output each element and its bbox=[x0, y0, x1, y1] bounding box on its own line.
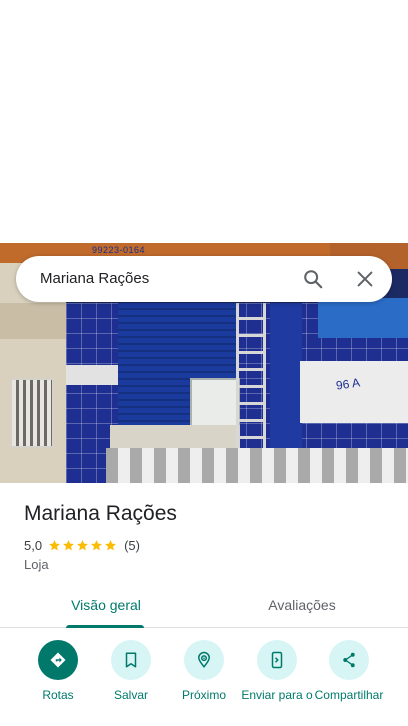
share-button[interactable]: Compartilhar bbox=[309, 640, 389, 702]
directions-icon bbox=[38, 640, 78, 680]
photo-shutter-2 bbox=[190, 303, 238, 383]
directions-button[interactable]: Rotas bbox=[18, 640, 98, 702]
place-category: Loja bbox=[24, 557, 49, 572]
photo-white-wall bbox=[300, 361, 408, 423]
photo-tarp bbox=[318, 298, 408, 338]
star-icon bbox=[77, 539, 88, 550]
send-to-phone-button[interactable]: Enviar para o bbox=[237, 640, 317, 702]
tab-bar: Visão geral Avaliações bbox=[0, 583, 408, 628]
map-blank-area bbox=[0, 0, 408, 243]
nearby-label: Próximo bbox=[181, 688, 226, 702]
search-bar[interactable]: Mariana Rações bbox=[16, 256, 392, 302]
nearby-icon bbox=[184, 640, 224, 680]
place-title: Mariana Rações bbox=[24, 502, 177, 525]
photo-floor bbox=[106, 448, 408, 483]
close-icon[interactable] bbox=[354, 268, 376, 290]
photo-wall-left-top bbox=[0, 303, 66, 339]
share-icon bbox=[329, 640, 369, 680]
save-label: Salvar bbox=[113, 688, 148, 702]
send-to-phone-icon bbox=[257, 640, 297, 680]
send-to-phone-label: Enviar para o bbox=[241, 688, 313, 702]
star-icon bbox=[49, 539, 60, 550]
photo-window-grid bbox=[10, 378, 54, 448]
active-tab-indicator bbox=[66, 625, 144, 628]
search-input[interactable]: Mariana Rações bbox=[40, 270, 149, 287]
photo-banner-text: 99223-0164 bbox=[92, 245, 146, 255]
search-icon[interactable] bbox=[302, 268, 324, 290]
photo-white-band bbox=[66, 365, 118, 385]
tab-reviews[interactable]: Avaliações bbox=[244, 583, 360, 627]
star-icon bbox=[105, 539, 116, 550]
action-bar: Rotas Salvar Próximo Enviar para o Compa… bbox=[0, 640, 408, 726]
directions-label: Rotas bbox=[42, 688, 74, 702]
nearby-button[interactable]: Próximo bbox=[164, 640, 244, 702]
tab-overview[interactable]: Visão geral bbox=[48, 583, 164, 627]
star-icon bbox=[63, 539, 74, 550]
star-rating bbox=[48, 539, 118, 552]
rating-row[interactable]: 5,0 (5) bbox=[24, 537, 140, 553]
star-icon bbox=[91, 539, 102, 550]
save-button[interactable]: Salvar bbox=[91, 640, 171, 702]
share-label: Compartilhar bbox=[314, 688, 384, 702]
rating-value: 5,0 bbox=[24, 537, 43, 553]
bookmark-icon bbox=[111, 640, 151, 680]
review-count: (5) bbox=[124, 537, 140, 553]
